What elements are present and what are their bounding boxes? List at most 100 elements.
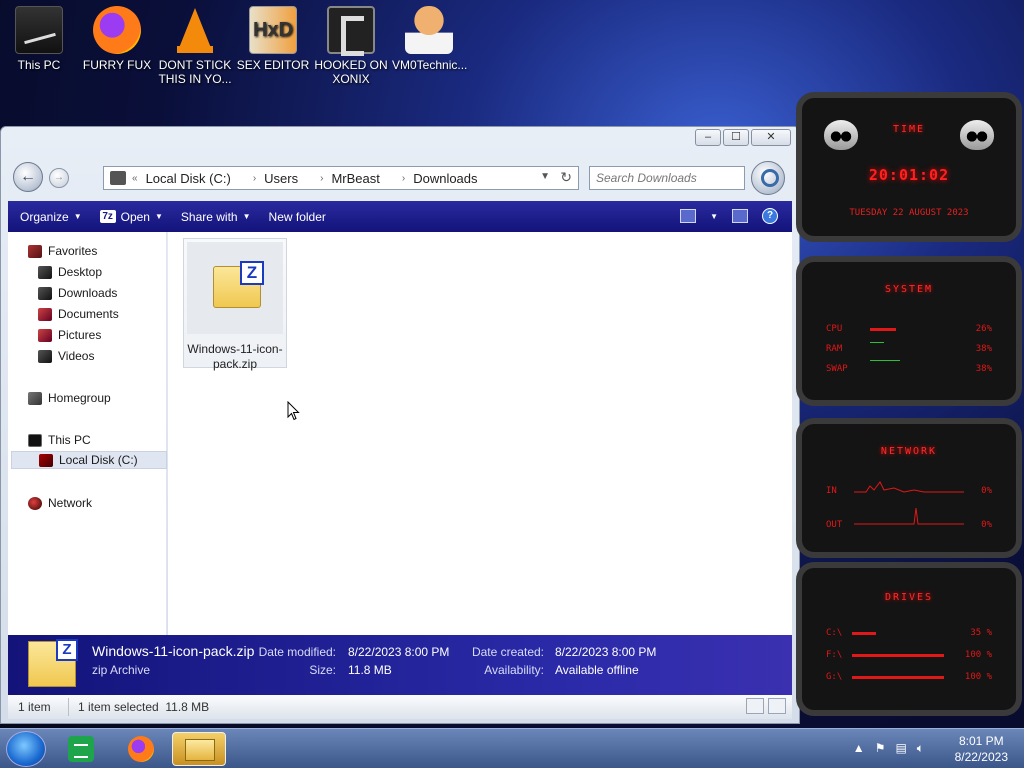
gadget-title: SYSTEM [884, 284, 934, 295]
desktop-icon-firefox[interactable]: FURRY FUX [80, 6, 154, 72]
size-label: Size: [309, 663, 336, 677]
nav-this-pc[interactable]: This PC [28, 431, 91, 449]
drives-gadget[interactable]: DRIVES C:\ 35 % F:\ 100 % G:\ 100 % [796, 562, 1022, 716]
network-gadget[interactable]: NETWORK IN 0% OUT 0% [796, 418, 1022, 558]
nav-homegroup[interactable]: Homegroup [28, 389, 111, 407]
desktop-icon-xonix[interactable]: HOOKED ON XONIX [314, 6, 388, 86]
hard-drive-icon [39, 453, 53, 467]
caret-down-icon[interactable]: ▼ [710, 212, 718, 221]
taskbar-date: 8/22/2023 [954, 750, 1008, 764]
file-list[interactable]: Z Windows-11-icon-pack.zip [168, 232, 792, 635]
drive-g-value: 100 % [964, 672, 992, 682]
file-item[interactable]: Z Windows-11-icon-pack.zip [183, 238, 287, 371]
breadcrumb-mrbeast[interactable]: MrBeast [331, 171, 379, 186]
change-view-icon[interactable] [680, 209, 697, 223]
nav-downloads[interactable]: Downloads [38, 284, 117, 302]
details-file-type: zip Archive [92, 663, 151, 677]
cpu-row: CPU 26% [826, 324, 992, 334]
nav-videos[interactable]: Videos [38, 347, 94, 365]
start-button[interactable] [6, 731, 46, 767]
desktop-icon [38, 265, 52, 279]
nav-label: Favorites [48, 244, 98, 258]
taskbar-app-notes[interactable] [54, 732, 108, 766]
desktop-icon-hex-editor[interactable]: HxD SEX EDITOR [236, 6, 310, 72]
desktop-icon-label: FURRY FUX [82, 58, 152, 72]
net-out-label: OUT [826, 520, 843, 530]
network-status-icon[interactable]: ▤ [895, 741, 906, 756]
desktop-icon-vm-technician[interactable]: VM0Technic... [392, 6, 467, 72]
explorer-window: ‒ ☐ ✕ ← → « Local Disk (C:) › Users › Mr… [0, 126, 800, 724]
nav-documents[interactable]: Documents [38, 305, 119, 323]
desktop-icon-vlc[interactable]: DONT STICK THIS IN YO... [158, 6, 232, 86]
action-center-flag-icon[interactable]: ⚑ [875, 741, 886, 756]
firefox-icon [128, 736, 154, 762]
gadget-title: NETWORK [880, 446, 938, 457]
nav-network[interactable]: Network [28, 494, 92, 512]
chevron-right-icon[interactable]: › [320, 173, 323, 184]
taskbar-clock[interactable]: 8:01 PM 8/22/2023 [955, 733, 1008, 765]
breadcrumb-local-disk[interactable]: Local Disk (C:) [146, 171, 231, 186]
navigation-bar: ← → « Local Disk (C:) › Users › MrBeast … [11, 161, 787, 195]
nav-label: Pictures [58, 328, 102, 342]
forward-button[interactable]: → [49, 168, 69, 188]
address-bar[interactable]: « Local Disk (C:) › Users › MrBeast › Do… [103, 166, 579, 190]
preview-pane-icon[interactable] [732, 209, 748, 223]
time-gadget[interactable]: TIME 20:01:02 TUESDAY 22 AUGUST 2023 [796, 92, 1022, 242]
show-hidden-icons-icon[interactable]: ▲ [853, 741, 865, 756]
nav-pictures[interactable]: Pictures [38, 326, 101, 344]
help-icon[interactable]: ? [762, 208, 778, 224]
arrow-left-icon: ← [20, 168, 36, 185]
nav-local-disk[interactable]: Local Disk (C:) [11, 451, 167, 469]
swap-value: 38% [975, 364, 992, 374]
large-icons-view-icon[interactable] [768, 698, 786, 714]
caret-down-icon: ▼ [73, 212, 82, 221]
caret-down-icon: ▼ [242, 212, 251, 221]
taskbar-time: 8:01 PM [958, 734, 1004, 748]
refresh-icon[interactable]: ↻ [560, 169, 572, 186]
gadget-title: DRIVES [884, 592, 934, 603]
details-view-icon[interactable] [746, 698, 764, 714]
nav-favorites[interactable]: Favorites [28, 242, 97, 260]
date-modified-label: Date modified: [258, 645, 336, 659]
drive-c-row: C:\ 35 % [826, 628, 992, 638]
drive-g-bar [852, 676, 944, 679]
nav-label: Desktop [58, 265, 103, 279]
nav-label: This PC [48, 433, 91, 447]
desktop-icon-this-pc[interactable]: This PC [2, 6, 76, 72]
share-with-button[interactable]: Share with ▼ [181, 210, 251, 224]
nav-label: Local Disk (C:) [59, 453, 138, 467]
computer-icon [15, 6, 63, 54]
taskbar-app-firefox[interactable] [114, 732, 168, 766]
drive-f-bar [852, 654, 944, 657]
maximize-button[interactable]: ☐ [723, 129, 749, 146]
selection-status: 1 item selected 11.8 MB [78, 700, 210, 714]
chevron-down-icon[interactable]: ▼ [540, 171, 550, 182]
nav-desktop[interactable]: Desktop [38, 263, 102, 281]
cpu-label: CPU [826, 324, 843, 334]
command-bar: Organize ▼ 7z Open ▼ Share with ▼ New folder… [8, 201, 792, 232]
open-button[interactable]: 7z Open ▼ [99, 210, 163, 224]
close-button[interactable]: ✕ [751, 129, 791, 146]
chevron-right-icon[interactable]: › [402, 173, 405, 184]
new-folder-button[interactable]: New folder [269, 210, 326, 224]
volume-icon[interactable]: 🔈︎ [917, 741, 924, 756]
search-input[interactable]: Search Downloads [589, 166, 745, 190]
window-controls: ‒ ☐ ✕ [695, 129, 791, 146]
breadcrumb-users[interactable]: Users [264, 171, 298, 186]
nav-label: Videos [58, 349, 95, 363]
nav-label: Network [48, 496, 93, 510]
breadcrumb-overflow[interactable]: « [132, 173, 138, 184]
back-button[interactable]: ← [13, 162, 43, 192]
nav-label: Documents [58, 307, 119, 321]
taskbar-app-explorer[interactable] [172, 732, 226, 766]
new-folder-label: New folder [268, 209, 326, 224]
breadcrumb-downloads[interactable]: Downloads [413, 171, 477, 186]
navigation-pane: Favorites Desktop Downloads Documents Pi… [8, 232, 167, 635]
desktop-icon-label: HOOKED ON XONIX [314, 58, 388, 86]
chevron-right-icon[interactable]: › [253, 173, 256, 184]
organize-button[interactable]: Organize ▼ [20, 210, 82, 224]
minimize-button[interactable]: ‒ [695, 129, 721, 146]
search-button[interactable] [751, 161, 785, 195]
system-gadget[interactable]: SYSTEM CPU 26% RAM 38% SWAP 38% [796, 256, 1022, 406]
xonix-game-icon [327, 6, 375, 56]
